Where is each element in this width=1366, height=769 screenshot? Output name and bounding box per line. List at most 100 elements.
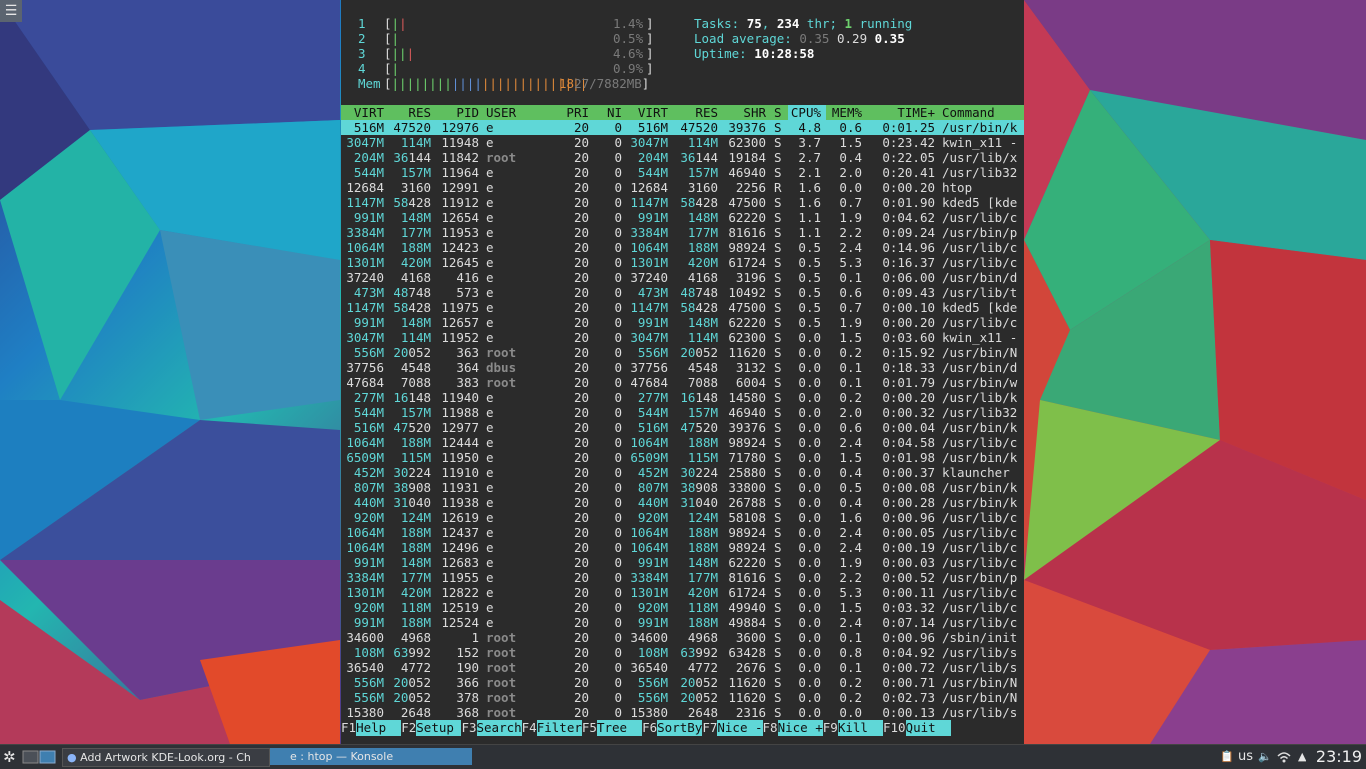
process-cell: 0.0	[798, 510, 821, 525]
process-row[interactable]: 807M 38908 11931 e 20 0 807M 38908 33800 S 0.0 0.5 0…	[341, 480, 1024, 495]
process-row[interactable]: 3384M 177M 11953 e 20 0 3384M 177M 81616 S 1.1 2.2 0…	[341, 225, 1024, 240]
process-cell-units: 224	[408, 465, 431, 480]
column-header-res[interactable]: RES	[695, 105, 718, 120]
process-row[interactable]: 516M 47520 12977 e 20 0 516M 47520 39376 S 0.0 0.6 0…	[341, 420, 1024, 435]
fkey-f5[interactable]: F5Tree	[582, 720, 643, 736]
process-row[interactable]: 473M 48748 573 e 20 0 473M 48748 10492 S 0.5 0.6 0:0…	[341, 285, 1024, 300]
process-cell: 10492	[728, 285, 766, 300]
wifi-icon[interactable]	[1276, 745, 1292, 769]
process-row[interactable]: 1064M 188M 12437 e 20 0 1064M 188M 98924 S 0.0 2.4 0…	[341, 525, 1024, 540]
clock[interactable]: 23:19	[1316, 745, 1362, 769]
process-cell: 4.8	[798, 120, 821, 135]
process-row[interactable]: 1064M 188M 12423 e 20 0 1064M 188M 98924 S 0.5 2.4 0…	[341, 240, 1024, 255]
process-row[interactable]: 920M 124M 12619 e 20 0 920M 124M 58108 S 0.0 1.6 0:0…	[341, 510, 1024, 525]
fkey-f1[interactable]: F1Help	[341, 720, 402, 736]
process-cell: S	[774, 420, 782, 435]
volume-icon[interactable]: 🔈	[1258, 745, 1272, 769]
process-row[interactable]: 6509M 115M 11950 e 20 0 6509M 115M 71780 S 0.0 1.5 0…	[341, 450, 1024, 465]
column-header-mem[interactable]: MEM%	[832, 105, 862, 120]
process-cell: S	[774, 690, 782, 705]
fkey-f2[interactable]: F2Setup	[401, 720, 462, 736]
process-cell: 204M	[637, 150, 668, 165]
process-row[interactable]: 15380 2648 368 root 20 0 15380 2648 2316 S 0.0 0.0 0…	[341, 705, 1024, 720]
fkey-f10[interactable]: F10Quit	[883, 720, 951, 736]
process-row[interactable]: 1147M 58428 11912 e 20 0 1147M 58428 47500 S 1.6 0.…	[341, 195, 1024, 210]
process-cell: 3047M	[630, 330, 668, 345]
process-row[interactable]: 34600 4968 1 root 20 0 34600 4968 3600 S 0.0 0.1 0:0…	[341, 630, 1024, 645]
process-row[interactable]: 3384M 177M 11955 e 20 0 3384M 177M 81616 S 0.0 2.2 0…	[341, 570, 1024, 585]
process-cell: 1.5	[839, 330, 862, 345]
fkey-f9[interactable]: F9Kill	[823, 720, 883, 736]
clipboard-icon[interactable]: 📋	[1220, 745, 1234, 769]
hamburger-icon[interactable]: ☰	[0, 0, 22, 22]
process-table-header[interactable]: VIRT RES PID USER PRI NI VIRT RES SHR S CPU% MEM% TI…	[341, 105, 1024, 120]
process-row[interactable]: 3047M 114M 11952 e 20 0 3047M 114M 62300 S 0.0 1.5 0…	[341, 330, 1024, 345]
process-row[interactable]: 556M 20052 366 root 20 0 556M 20052 11620 S 0.0 0.2…	[341, 675, 1024, 690]
process-row[interactable]: 516M 47520 12976 e 20 0 516M 47520 39376 S 4.8 0.6 0…	[341, 120, 1024, 135]
konsole-terminal[interactable]: 1 [|| 1.4%] 2 [| 0.5%] 3 [||| 4.6%] 4 [| 0.9%] Mem [|…	[341, 0, 1024, 744]
fkey-f3[interactable]: F3Search	[461, 720, 522, 736]
column-header-cpu[interactable]: CPU%	[790, 105, 821, 120]
process-row[interactable]: 1301M 420M 12645 e 20 0 1301M 420M 61724 S 0.5 5.3 0…	[341, 255, 1024, 270]
column-header-command[interactable]: Command	[942, 105, 995, 120]
fkey-f7[interactable]: F7Nice -	[702, 720, 763, 736]
process-row[interactable]: 37756 4548 364 dbus 20 0 37756 4548 3132 S 0.0 0.1 0…	[341, 360, 1024, 375]
process-cell: 20	[573, 195, 589, 210]
process-row[interactable]: 37240 4168 416 e 20 0 37240 4168 3196 S 0.5 0.1 0:06…	[341, 270, 1024, 285]
virtual-desktop-icon[interactable]	[22, 745, 56, 769]
column-header-s[interactable]: S	[774, 105, 782, 120]
column-header-user[interactable]: USER	[486, 105, 516, 120]
process-row[interactable]: 204M 36144 11842 root 20 0 204M 36144 19184 S 2.7 0…	[341, 150, 1024, 165]
task-browser[interactable]: ● Add Artwork KDE-Look.org - Ch	[62, 748, 270, 767]
fkey-f6[interactable]: F6SortBy	[642, 720, 703, 736]
process-cell: 20	[573, 690, 589, 705]
column-header-time[interactable]: TIME+	[897, 105, 935, 120]
keyboard-layout[interactable]: us	[1238, 745, 1253, 769]
process-row[interactable]: 556M 20052 378 root 20 0 556M 20052 11620 S 0.0 0.2…	[341, 690, 1024, 705]
process-cell: e	[486, 240, 494, 255]
process-cell: 0.0	[798, 420, 821, 435]
process-row[interactable]: 991M 148M 12654 e 20 0 991M 148M 62220 S 1.1 1.9 0:0…	[341, 210, 1024, 225]
column-header-virt[interactable]: VIRT	[354, 105, 384, 120]
process-row[interactable]: 452M 30224 11910 e 20 0 452M 30224 25880 S 0.0 0.4 0…	[341, 465, 1024, 480]
column-header-pid[interactable]: PID	[456, 105, 479, 120]
process-cell: 4168	[400, 270, 431, 285]
fkey-f8[interactable]: F8Nice +	[763, 720, 823, 736]
process-row[interactable]: 3047M 114M 11948 e 20 0 3047M 114M 62300 S 3.7 1.5 0…	[341, 135, 1024, 150]
task-konsole[interactable]: e : htop — Konsole	[270, 748, 472, 765]
process-row[interactable]: 277M 16148 11940 e 20 0 277M 16148 14580 S 0.0 0.2 0…	[341, 390, 1024, 405]
process-row[interactable]: 1064M 188M 12496 e 20 0 1064M 188M 98924 S 0.0 2.4 0…	[341, 540, 1024, 555]
fkey-f4[interactable]: F4Filter	[522, 720, 582, 736]
column-header-virt[interactable]: VIRT	[638, 105, 668, 120]
process-row[interactable]: 36540 4772 190 root 20 0 36540 4772 2676 S 0.0 0.1 0…	[341, 660, 1024, 675]
process-row[interactable]: 1147M 58428 11975 e 20 0 1147M 58428 47500 S 0.5 0.…	[341, 300, 1024, 315]
tray-expand-icon[interactable]: ▲	[1298, 745, 1306, 769]
process-row[interactable]: 1064M 188M 12444 e 20 0 1064M 188M 98924 S 0.0 2.4 0…	[341, 435, 1024, 450]
kde-gear-icon[interactable]: ✲	[3, 745, 16, 769]
process-row[interactable]: 12684 3160 12991 e 20 0 12684 3160 2256 R 1.6 0.0 0:…	[341, 180, 1024, 195]
process-cell: 0:04.62	[882, 210, 935, 225]
column-header-pri[interactable]: PRI	[566, 105, 589, 120]
process-cell: root	[486, 345, 517, 360]
process-row[interactable]: 920M 118M 12519 e 20 0 920M 118M 49940 S 0.0 1.5 0:0…	[341, 600, 1024, 615]
process-row[interactable]: 991M 148M 12683 e 20 0 991M 148M 62220 S 0.0 1.9 0:0…	[341, 555, 1024, 570]
process-row[interactable]: 440M 31040 11938 e 20 0 440M 31040 26788 S 0.0 0.4 0…	[341, 495, 1024, 510]
process-cell: /usr/bin/d	[942, 270, 1018, 285]
process-row[interactable]: 108M 63992 152 root 20 0 108M 63992 63428 S 0.0 0.8…	[341, 645, 1024, 660]
process-row[interactable]: 47684 7088 383 root 20 0 47684 7088 6004 S 0.0 0.1 0…	[341, 375, 1024, 390]
process-row[interactable]: 544M 157M 11988 e 20 0 544M 157M 46940 S 0.0 2.0 0:0…	[341, 405, 1024, 420]
process-cell-thousands: 47	[393, 420, 409, 435]
process-row[interactable]: 556M 20052 363 root 20 0 556M 20052 11620 S 0.0 0.2…	[341, 345, 1024, 360]
uptime-value: 10:28:58	[754, 46, 815, 61]
process-row[interactable]: 1301M 420M 12822 e 20 0 1301M 420M 61724 S 0.0 5.3 0…	[341, 585, 1024, 600]
process-cell: 516M	[353, 120, 384, 135]
column-header-shr[interactable]: SHR	[743, 105, 766, 120]
process-row[interactable]: 544M 157M 11964 e 20 0 544M 157M 46940 S 2.1 2.0 0:2…	[341, 165, 1024, 180]
running-count: 1	[844, 16, 853, 31]
cpu-bar-bracket-end: ]	[646, 61, 654, 76]
column-header-res[interactable]: RES	[408, 105, 431, 120]
column-header-ni[interactable]: NI	[607, 105, 622, 120]
process-row[interactable]: 991M 148M 12657 e 20 0 991M 148M 62220 S 0.5 1.9 0:0…	[341, 315, 1024, 330]
process-cell: /usr/lib/c	[942, 510, 1018, 525]
process-row[interactable]: 991M 188M 12524 e 20 0 991M 188M 49884 S 0.0 2.4 0:0…	[341, 615, 1024, 630]
